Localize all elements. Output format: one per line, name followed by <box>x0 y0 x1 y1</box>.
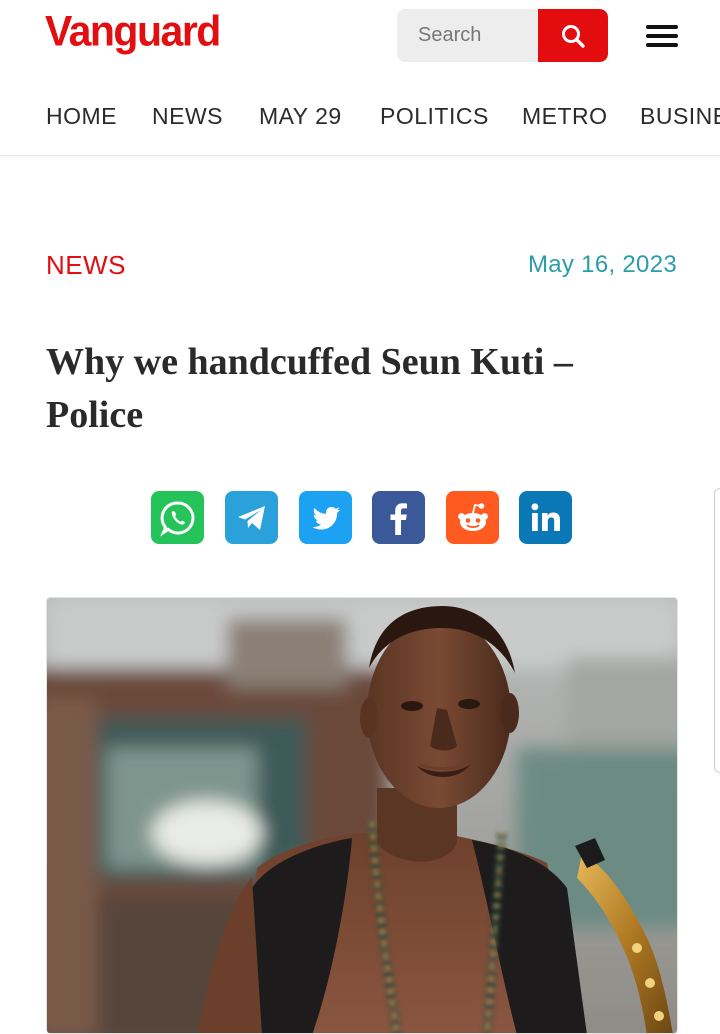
whatsapp-share-button[interactable] <box>151 491 204 544</box>
telegram-share-button[interactable] <box>225 491 278 544</box>
facebook-icon <box>390 502 407 535</box>
search-input[interactable] <box>397 9 538 62</box>
reddit-icon <box>457 502 488 531</box>
vanguard-logo[interactable]: Vanguard <box>45 7 221 56</box>
nav-item-business[interactable]: BUSINE <box>640 103 720 130</box>
telegram-icon <box>237 505 265 530</box>
nav-item-politics[interactable]: POLITICS <box>380 103 489 130</box>
facebook-share-button[interactable] <box>372 491 425 544</box>
nav-item-home[interactable]: HOME <box>46 103 117 130</box>
linkedin-icon <box>531 502 560 531</box>
nav-item-news[interactable]: NEWS <box>152 103 223 130</box>
nav-item-may29[interactable]: MAY 29 <box>259 103 342 130</box>
twitter-share-button[interactable] <box>299 491 352 544</box>
nav-item-metro[interactable]: METRO <box>522 103 608 130</box>
article-title: Why we handcuffed Seun Kuti – Police <box>46 341 573 436</box>
scroll-handle[interactable] <box>714 488 720 773</box>
hamburger-menu-icon[interactable] <box>644 22 680 50</box>
whatsapp-icon <box>159 500 194 537</box>
search-bar <box>397 9 608 62</box>
site-header: Vanguard <box>0 0 720 80</box>
article-photo <box>46 597 678 1034</box>
article-category[interactable]: NEWS <box>46 250 126 281</box>
article-date: May 16, 2023 <box>527 251 677 278</box>
search-icon <box>562 24 585 48</box>
main-nav: HOME NEWS MAY 29 POLITICS METRO BUSINE <box>0 80 720 156</box>
search-button[interactable] <box>538 9 608 62</box>
twitter-icon <box>312 506 340 529</box>
linkedin-share-button[interactable] <box>519 491 572 544</box>
reddit-share-button[interactable] <box>446 491 499 544</box>
